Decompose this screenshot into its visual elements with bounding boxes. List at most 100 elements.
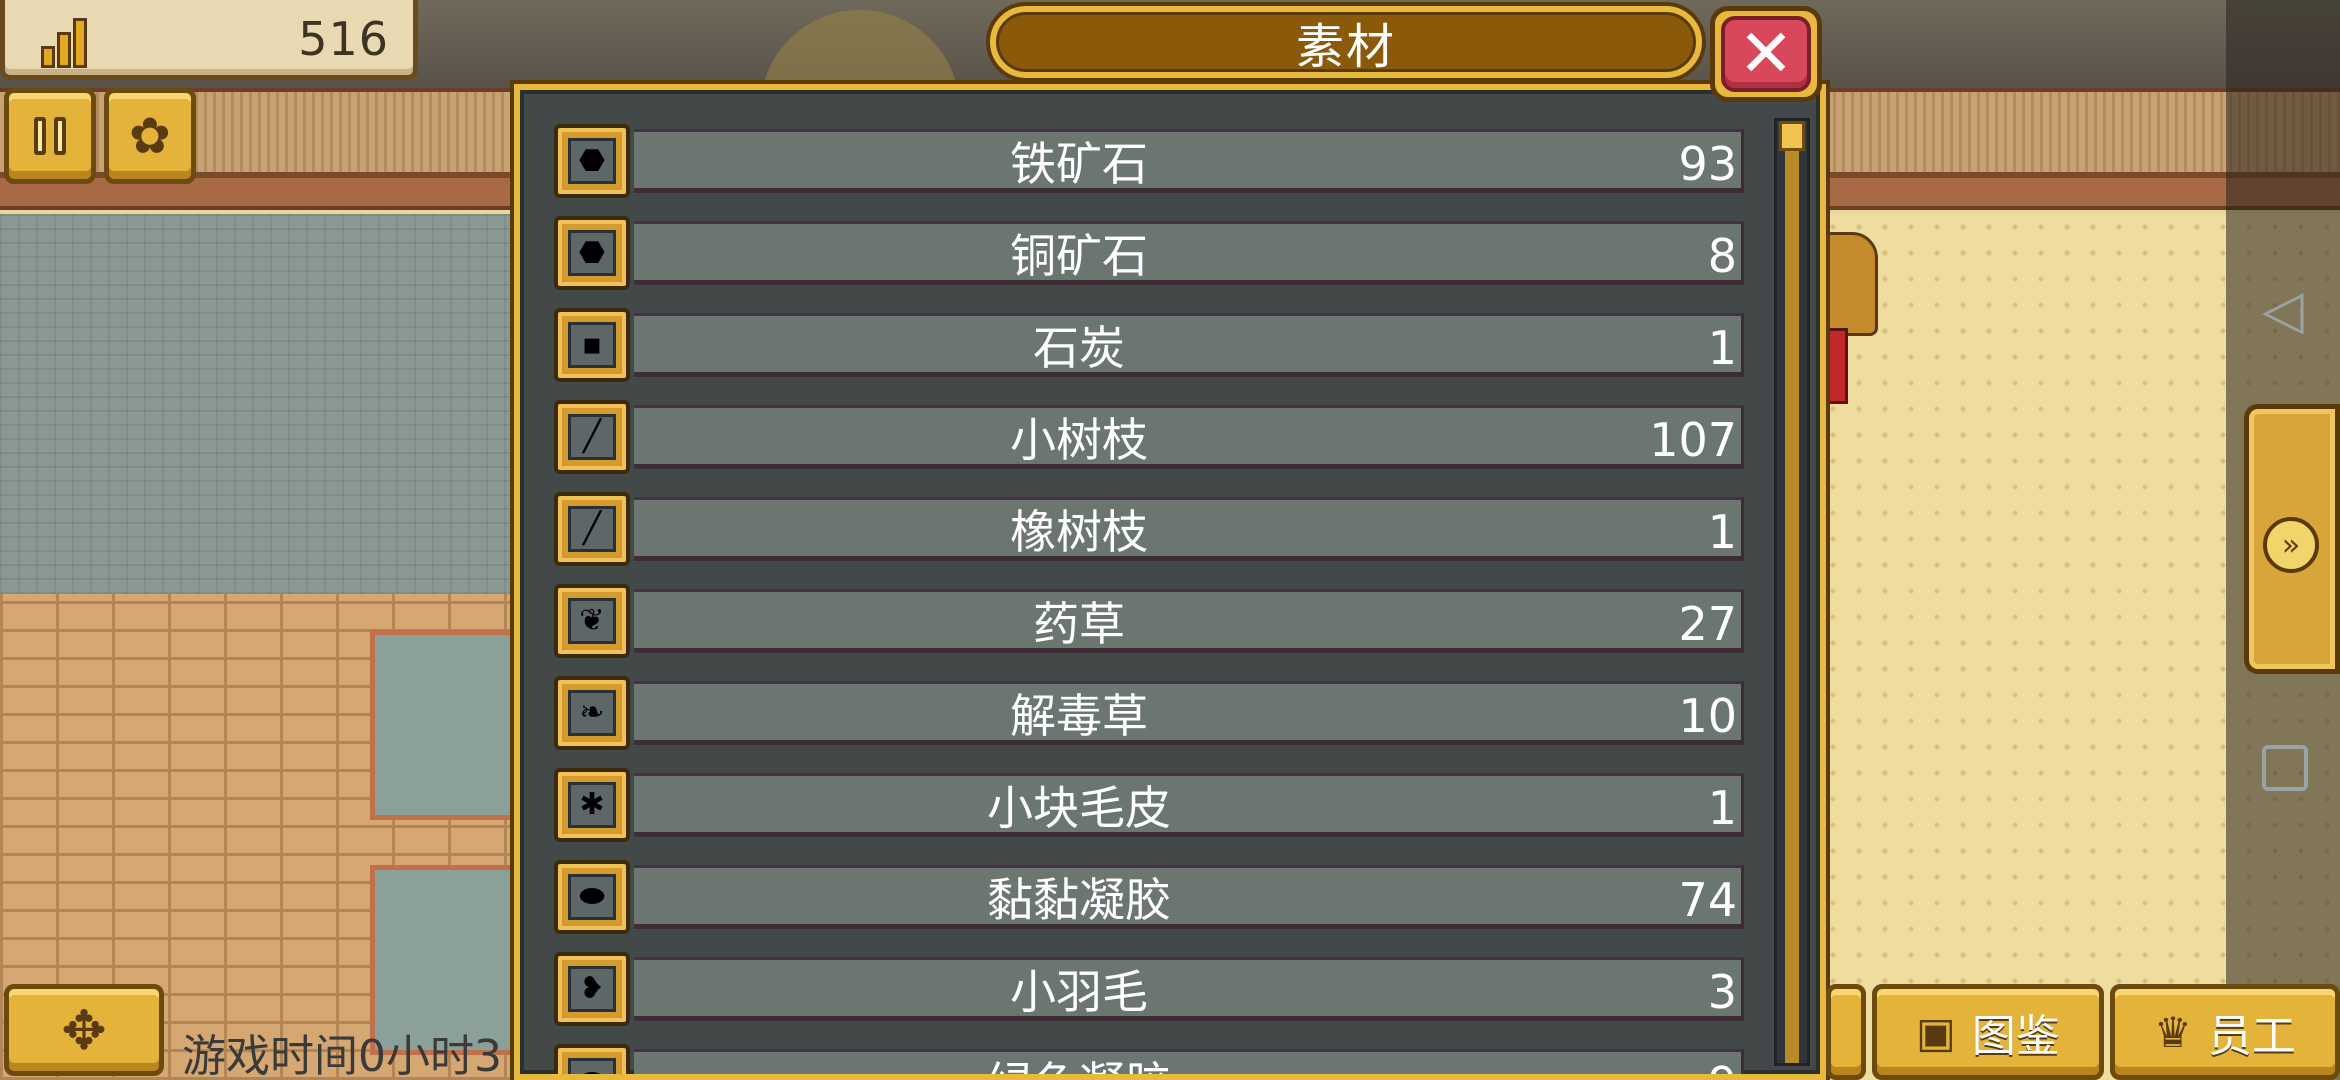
material-slot: ⬣	[554, 124, 630, 198]
material-count: 74	[1678, 873, 1737, 927]
nav-back-icon[interactable]: ◁	[2262, 278, 2304, 341]
character-hair	[1822, 232, 1878, 336]
material-name: 解毒草	[1010, 689, 1148, 743]
pause-icon	[34, 117, 66, 155]
pause-button[interactable]	[4, 88, 96, 184]
material-row[interactable]: ❦ 药草 27	[554, 584, 1744, 658]
material-row[interactable]: ▪ 石炭 1	[554, 308, 1744, 382]
material-name: 绿色凝胶	[634, 1052, 1524, 1074]
bottom-menu-button-partial[interactable]	[1826, 984, 1866, 1080]
side-drawer-handle[interactable]: »	[2244, 404, 2340, 674]
dialog-title: 素材	[1295, 19, 1396, 75]
material-bar: 小块毛皮 1	[634, 773, 1744, 837]
staff-label: 员工	[2207, 1011, 2296, 1062]
small-fur-icon: ✱	[568, 782, 616, 828]
material-count: 1	[1707, 781, 1737, 835]
material-row[interactable]: ⬣ 铜矿石 8	[554, 216, 1744, 290]
gold-panel: 516	[0, 0, 418, 80]
material-name: 小树枝	[1010, 413, 1148, 467]
material-bar: 小树枝 107	[634, 405, 1744, 469]
small-feather-icon: ❥	[568, 966, 616, 1012]
material-row[interactable]: ❥ 小羽毛 3	[554, 952, 1744, 1026]
material-name: 药草	[1033, 597, 1125, 651]
material-bar: 解毒草 10	[634, 681, 1744, 745]
material-name: 小块毛皮	[987, 781, 1171, 835]
gold-coin-stack-icon	[41, 14, 101, 68]
material-slot: ❧	[554, 676, 630, 750]
material-slot: ▪	[554, 308, 630, 382]
material-row[interactable]: ⬣ 铁矿石 93	[554, 124, 1744, 198]
material-bar: 黏黏凝胶 74	[634, 865, 1744, 929]
dialog-title-bar: 素材	[990, 6, 1702, 78]
scroll-rail	[1785, 151, 1799, 1063]
antidote-herb-icon: ❧	[568, 690, 616, 736]
material-bar: 铁矿石 93	[634, 129, 1744, 193]
material-count: 1	[1707, 321, 1737, 375]
gold-value: 516	[298, 12, 389, 66]
oak-branch-icon: ╱	[568, 506, 616, 552]
material-row[interactable]: ✱ 小块毛皮 1	[554, 768, 1744, 842]
small-branch-icon: ╱	[568, 414, 616, 460]
crown-icon: ♛	[2154, 1007, 2192, 1057]
material-name: 铜矿石	[1010, 229, 1148, 283]
material-bar: 橡树枝 1	[634, 497, 1744, 561]
move-arrows-icon: ✥	[61, 998, 107, 1062]
material-count: 10	[1678, 689, 1737, 743]
material-slot: ❥	[554, 952, 630, 1026]
material-bar: 铜矿石 8	[634, 221, 1744, 285]
scroll-thumb[interactable]	[1779, 121, 1805, 151]
codex-button[interactable]: ▣ 图鉴	[1872, 984, 2104, 1080]
game-time-text: 游戏时间0小时3	[182, 1031, 502, 1080]
character-sprite[interactable]	[1822, 232, 1884, 404]
green-gel-icon: ⬬	[568, 1058, 616, 1074]
iron-ore-icon: ⬣	[568, 138, 616, 184]
material-name: 小羽毛	[1010, 965, 1148, 1019]
material-slot: ❦	[554, 584, 630, 658]
material-slot: ╱	[554, 492, 630, 566]
material-count: 27	[1678, 597, 1737, 651]
material-count: 8	[1707, 229, 1737, 283]
material-row[interactable]: ❧ 解毒草 10	[554, 676, 1744, 750]
staff-button[interactable]: ♛ 员工	[2110, 984, 2340, 1080]
material-row[interactable]: ╱ 小树枝 107	[554, 400, 1744, 474]
materials-panel: ⬣ 铁矿石 93 ⬣ 铜矿石 8 ▪ 石炭 1 ╱ 小树枝 107 ╱ 橡树枝 1 ❦ 药草 27 ❧ 解毒草 10 ✱ 小…	[514, 84, 1826, 1080]
material-bar: 石炭 1	[634, 313, 1744, 377]
speed-icon: ✿	[129, 107, 171, 165]
close-icon: ✕	[1721, 16, 1811, 92]
material-row[interactable]: ⬬ 黏黏凝胶 74	[554, 860, 1744, 934]
stone-floor	[0, 214, 520, 594]
scrollbar[interactable]	[1774, 118, 1810, 1066]
material-count: 93	[1678, 137, 1737, 191]
material-count: 9	[1708, 1052, 1737, 1074]
material-slot: ╱	[554, 400, 630, 474]
sticky-gel-icon: ⬬	[568, 874, 616, 920]
material-slot: ✱	[554, 768, 630, 842]
material-count: 1	[1707, 505, 1737, 559]
nav-recent-icon[interactable]	[2262, 745, 2308, 791]
chevron-right-icon: »	[2263, 517, 2319, 573]
material-slot: ⬬	[554, 860, 630, 934]
material-name: 黏黏凝胶	[987, 873, 1171, 927]
material-name: 石炭	[1033, 321, 1125, 375]
carpet-upper	[370, 630, 520, 820]
material-row[interactable]: ⬬ 绿色凝胶 9	[554, 1044, 1744, 1074]
material-name: 铁矿石	[1010, 137, 1148, 191]
coal-icon: ▪	[568, 322, 616, 368]
material-name: 橡树枝	[1010, 505, 1148, 559]
material-count: 3	[1707, 965, 1737, 1019]
speed-button[interactable]: ✿	[104, 88, 196, 184]
copper-ore-icon: ⬣	[568, 230, 616, 276]
material-slot: ⬬	[554, 1044, 630, 1074]
herb-icon: ❦	[568, 598, 616, 644]
book-icon: ▣	[1916, 1007, 1956, 1057]
material-slot: ⬣	[554, 216, 630, 290]
character-dress	[1826, 328, 1848, 404]
material-bar: 药草 27	[634, 589, 1744, 653]
codex-label: 图鉴	[1971, 1011, 2060, 1062]
move-button[interactable]: ✥	[4, 984, 164, 1076]
material-bar: 小羽毛 3	[634, 957, 1744, 1021]
material-bar: 绿色凝胶 9	[634, 1049, 1744, 1074]
material-row[interactable]: ╱ 橡树枝 1	[554, 492, 1744, 566]
close-button[interactable]: ✕	[1710, 6, 1822, 102]
material-count: 107	[1649, 413, 1737, 467]
